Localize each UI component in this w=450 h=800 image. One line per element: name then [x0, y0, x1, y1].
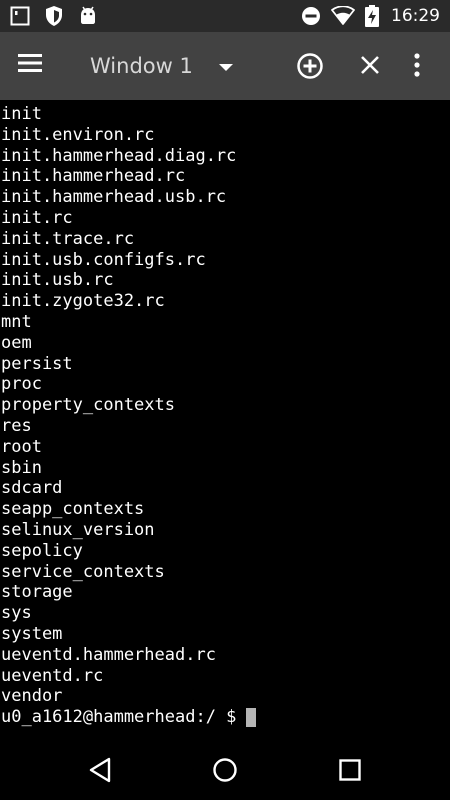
terminal-prompt-line[interactable]: u0_a1612@hammerhead:/ $: [0, 707, 450, 728]
terminal-line: sys: [1, 603, 32, 624]
more-vert-icon[interactable]: [413, 53, 421, 81]
do-not-disturb-icon: [301, 6, 321, 26]
status-bar: 16:29: [0, 0, 450, 32]
terminal-lines: init init.environ.rc init.hammerhead.diag.…: [0, 104, 450, 707]
terminal-line: oem: [1, 332, 32, 353]
app-bar: Window 1: [0, 32, 450, 100]
terminal-line: ueventd.hammerhead.rc: [1, 644, 216, 665]
terminal-line: init.hammerhead.usb.rc: [1, 187, 227, 208]
terminal-line: init.hammerhead.rc: [1, 166, 186, 187]
terminal-line: init.rc: [1, 207, 73, 228]
terminal-line: vendor: [1, 686, 63, 707]
home-circle-icon[interactable]: [212, 757, 238, 787]
terminal-line: selinux_version: [1, 519, 155, 540]
terminal-line: init.usb.configfs.rc: [1, 249, 206, 270]
shield-icon: [44, 5, 64, 27]
terminal-output[interactable]: init init.environ.rc init.hammerhead.diag.…: [0, 100, 450, 744]
android-icon: [78, 6, 98, 26]
navigation-bar: [0, 740, 450, 800]
terminal-line: init.hammerhead.diag.rc: [1, 145, 237, 166]
terminal-line: sepolicy: [1, 540, 83, 561]
terminal-line: sbin: [1, 457, 42, 478]
terminal-line: seapp_contexts: [1, 499, 145, 520]
close-icon[interactable]: [359, 54, 381, 80]
terminal-line: root: [1, 436, 42, 457]
terminal-line: service_contexts: [1, 561, 165, 582]
window-title: Window 1: [90, 54, 193, 78]
status-bar-system: 16:29: [301, 5, 440, 27]
terminal-line: init: [1, 104, 42, 124]
terminal-cursor: [246, 708, 257, 727]
terminal-line: system: [1, 623, 63, 644]
terminal-line: init.zygote32.rc: [1, 291, 165, 312]
terminal-line: init.environ.rc: [1, 124, 155, 145]
terminal-line: mnt: [1, 311, 32, 332]
terminal-line: persist: [1, 353, 73, 374]
terminal-line: ueventd.rc: [1, 665, 104, 686]
terminal-prompt: u0_a1612@hammerhead:/ $: [1, 707, 237, 728]
status-time: 16:29: [391, 6, 440, 26]
terminal-line: init.trace.rc: [1, 228, 135, 249]
add-circle-icon[interactable]: [296, 52, 324, 84]
terminal-line: property_contexts: [1, 395, 175, 416]
status-bar-notifications: [10, 5, 98, 27]
terminal-line: storage: [1, 582, 73, 603]
back-triangle-icon[interactable]: [88, 757, 112, 787]
terminal-line: res: [1, 415, 32, 436]
terminal-notification-icon: [10, 6, 30, 26]
recents-square-icon[interactable]: [338, 758, 362, 786]
battery-charging-icon: [365, 5, 379, 27]
terminal-line: init.usb.rc: [1, 270, 114, 291]
window-selector-dropdown[interactable]: Window 1: [90, 50, 233, 82]
chevron-down-icon: [218, 57, 233, 76]
terminal-line: proc: [1, 374, 42, 395]
wifi-icon: [331, 6, 355, 26]
terminal-line: sdcard: [1, 478, 63, 499]
hamburger-menu-icon[interactable]: [16, 52, 52, 80]
